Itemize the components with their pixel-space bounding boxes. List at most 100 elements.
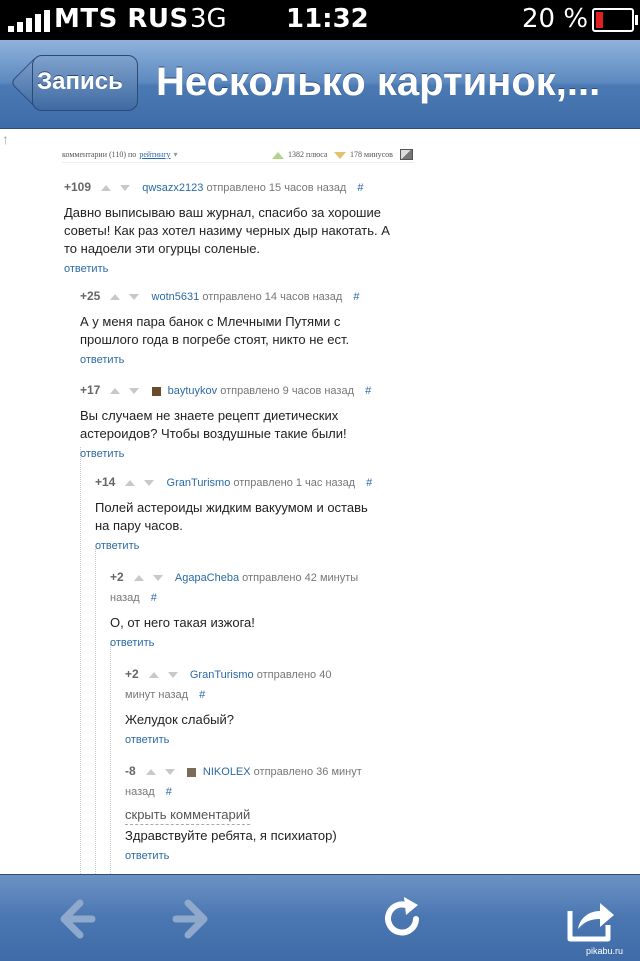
comment-permalink[interactable]: # xyxy=(166,786,172,798)
comment-time: отправлено 14 часов назад xyxy=(202,291,343,303)
vote-down-icon[interactable] xyxy=(164,769,175,776)
battery-icon xyxy=(592,8,638,32)
avatar xyxy=(151,386,161,396)
web-content[interactable]: ↑ комментарии (110) по рейтингу ▾ 1382 плю… xyxy=(0,129,640,874)
comment-author[interactable]: AgapaCheba xyxy=(175,572,239,584)
comment-text: Давно выписываю ваш журнал, спасибо за х… xyxy=(64,205,390,256)
comment-meta: +25 wotn5631 отправлено 14 часов назад # xyxy=(80,286,380,307)
reply-link[interactable]: ответить xyxy=(95,537,385,555)
clock: 11:32 xyxy=(286,4,369,34)
comment-meta: -8 NIKOLEX отправлено 36 минут назад # xyxy=(125,761,385,802)
comment-score: +14 xyxy=(95,475,116,489)
comments-count: комментарии (110) по xyxy=(62,150,137,159)
comment: +14 GranTurismo отправлено 1 час назад #… xyxy=(95,472,385,555)
comment-meta: +14 GranTurismo отправлено 1 час назад # xyxy=(95,472,385,493)
battery-percent: 20 % xyxy=(522,4,589,34)
comment-text: Здравствуйте ребята, я психиатор) xyxy=(125,828,337,843)
comment-text: Желудок слабый? xyxy=(125,712,235,727)
pluses-count: 1382 плюса xyxy=(272,150,327,159)
comment-author[interactable]: NIKOLEX xyxy=(203,766,251,778)
signal-strength-icon xyxy=(8,10,52,32)
comment-permalink[interactable]: # xyxy=(365,385,371,397)
comment-time-cont: назад xyxy=(125,786,155,798)
watermark: pikabu.ru xyxy=(586,946,624,956)
scroll-indicator-icon: ↑ xyxy=(2,131,9,147)
vote-up-icon[interactable] xyxy=(125,480,136,487)
vote-up-icon[interactable] xyxy=(133,575,144,582)
comment-author[interactable]: baytuykov xyxy=(168,385,218,397)
vote-down-icon[interactable] xyxy=(144,480,155,487)
share-icon[interactable] xyxy=(560,889,620,949)
carrier-name: MTS RUS xyxy=(54,4,189,34)
comment-text: А у меня пара банок с Млечными Путями с … xyxy=(80,314,350,347)
comment-meta: +2 AgapaCheba отправлено 42 минуты назад… xyxy=(110,567,380,608)
comment-author[interactable]: qwsazx2123 xyxy=(142,182,203,194)
comment-score: -8 xyxy=(125,764,136,778)
reply-link[interactable]: ответить xyxy=(125,731,365,749)
avatar xyxy=(186,767,196,777)
comment-time: отправлено 40 xyxy=(256,669,332,681)
page-title: Несколько картинок,... xyxy=(156,60,601,104)
comment-time: отправлено 36 минут xyxy=(253,766,362,778)
vote-down-icon[interactable] xyxy=(129,294,140,301)
comment-time: отправлено 9 часов назад xyxy=(220,385,354,397)
vote-down-icon[interactable] xyxy=(152,575,163,582)
comment-time: отправлено 15 часов назад xyxy=(206,182,347,194)
comment-score: +25 xyxy=(80,289,101,303)
comment-permalink[interactable]: # xyxy=(366,477,372,489)
vote-up-icon[interactable] xyxy=(148,672,159,679)
minuses-label: 178 минусов xyxy=(350,150,393,159)
navigation-bar: Запись Несколько картинок,... xyxy=(0,40,640,129)
comment-time: отправлено 1 час назад xyxy=(233,477,356,489)
reply-link[interactable]: ответить xyxy=(80,445,380,463)
thread-line xyxy=(110,644,111,874)
comment-author[interactable]: GranTurismo xyxy=(190,669,254,681)
thread-line xyxy=(80,447,81,874)
sort-by-rating-link[interactable]: рейтингу xyxy=(139,150,170,159)
battery-level xyxy=(596,12,603,28)
comment-permalink[interactable]: # xyxy=(353,291,359,303)
image-icon[interactable] xyxy=(400,149,413,160)
sort-arrow-icon[interactable]: ▾ xyxy=(173,150,177,159)
comment-score: +2 xyxy=(110,570,124,584)
vote-down-icon[interactable] xyxy=(167,672,178,679)
thread-line xyxy=(95,549,96,874)
comment-meta: +2 GranTurismo отправлено 40 минут назад… xyxy=(125,664,365,705)
comment-meta: +109 qwsazx2123 отправлено 15 часов наза… xyxy=(64,177,404,198)
comment: +17 baytuykov отправлено 9 часов назад #… xyxy=(80,380,380,463)
reply-link[interactable]: ответить xyxy=(80,351,380,369)
back-button-label: Запись xyxy=(37,68,123,95)
back-button[interactable]: Запись xyxy=(9,54,138,111)
vote-down-icon[interactable] xyxy=(129,388,140,395)
comment-author[interactable]: wotn5631 xyxy=(152,291,200,303)
comment-permalink[interactable]: # xyxy=(151,592,157,604)
comment-score: +2 xyxy=(125,667,139,681)
vote-up-icon[interactable] xyxy=(110,294,121,301)
comment-time: отправлено 42 минуты xyxy=(242,572,359,584)
comment-meta: +17 baytuykov отправлено 9 часов назад # xyxy=(80,380,380,401)
reply-link[interactable]: ответить xyxy=(64,260,404,278)
comment: +25 wotn5631 отправлено 14 часов назад #… xyxy=(80,286,380,369)
pluses-label: 1382 плюса xyxy=(288,150,328,159)
reload-icon[interactable] xyxy=(372,889,432,949)
hide-comment-link[interactable]: скрыть комментарий xyxy=(125,806,251,825)
minuses-count: 178 минусов xyxy=(334,150,393,159)
arrow-right-icon[interactable] xyxy=(164,889,224,949)
vote-up-icon[interactable] xyxy=(145,769,156,776)
thumb-up-icon xyxy=(272,151,284,159)
vote-down-icon[interactable] xyxy=(120,185,131,192)
comment-author[interactable]: GranTurismo xyxy=(167,477,231,489)
reply-link[interactable]: ответить xyxy=(125,847,385,865)
comment-score: +17 xyxy=(80,383,101,397)
arrow-left-icon[interactable] xyxy=(44,889,104,949)
vote-up-icon[interactable] xyxy=(110,388,121,395)
comment-permalink[interactable]: # xyxy=(357,182,363,194)
reply-link[interactable]: ответить xyxy=(110,634,380,652)
comment-permalink[interactable]: # xyxy=(199,689,205,701)
vote-up-icon[interactable] xyxy=(101,185,112,192)
comment-text: О, от него такая изжога! xyxy=(110,615,255,630)
status-bar: MTS RUS 3G 11:32 20 % xyxy=(0,0,640,40)
comment-text: Полей астероиды жидким вакуумом и оставь… xyxy=(95,500,368,533)
comment: +2 GranTurismo отправлено 40 минут назад… xyxy=(125,664,365,749)
comment-score: +109 xyxy=(64,180,92,194)
